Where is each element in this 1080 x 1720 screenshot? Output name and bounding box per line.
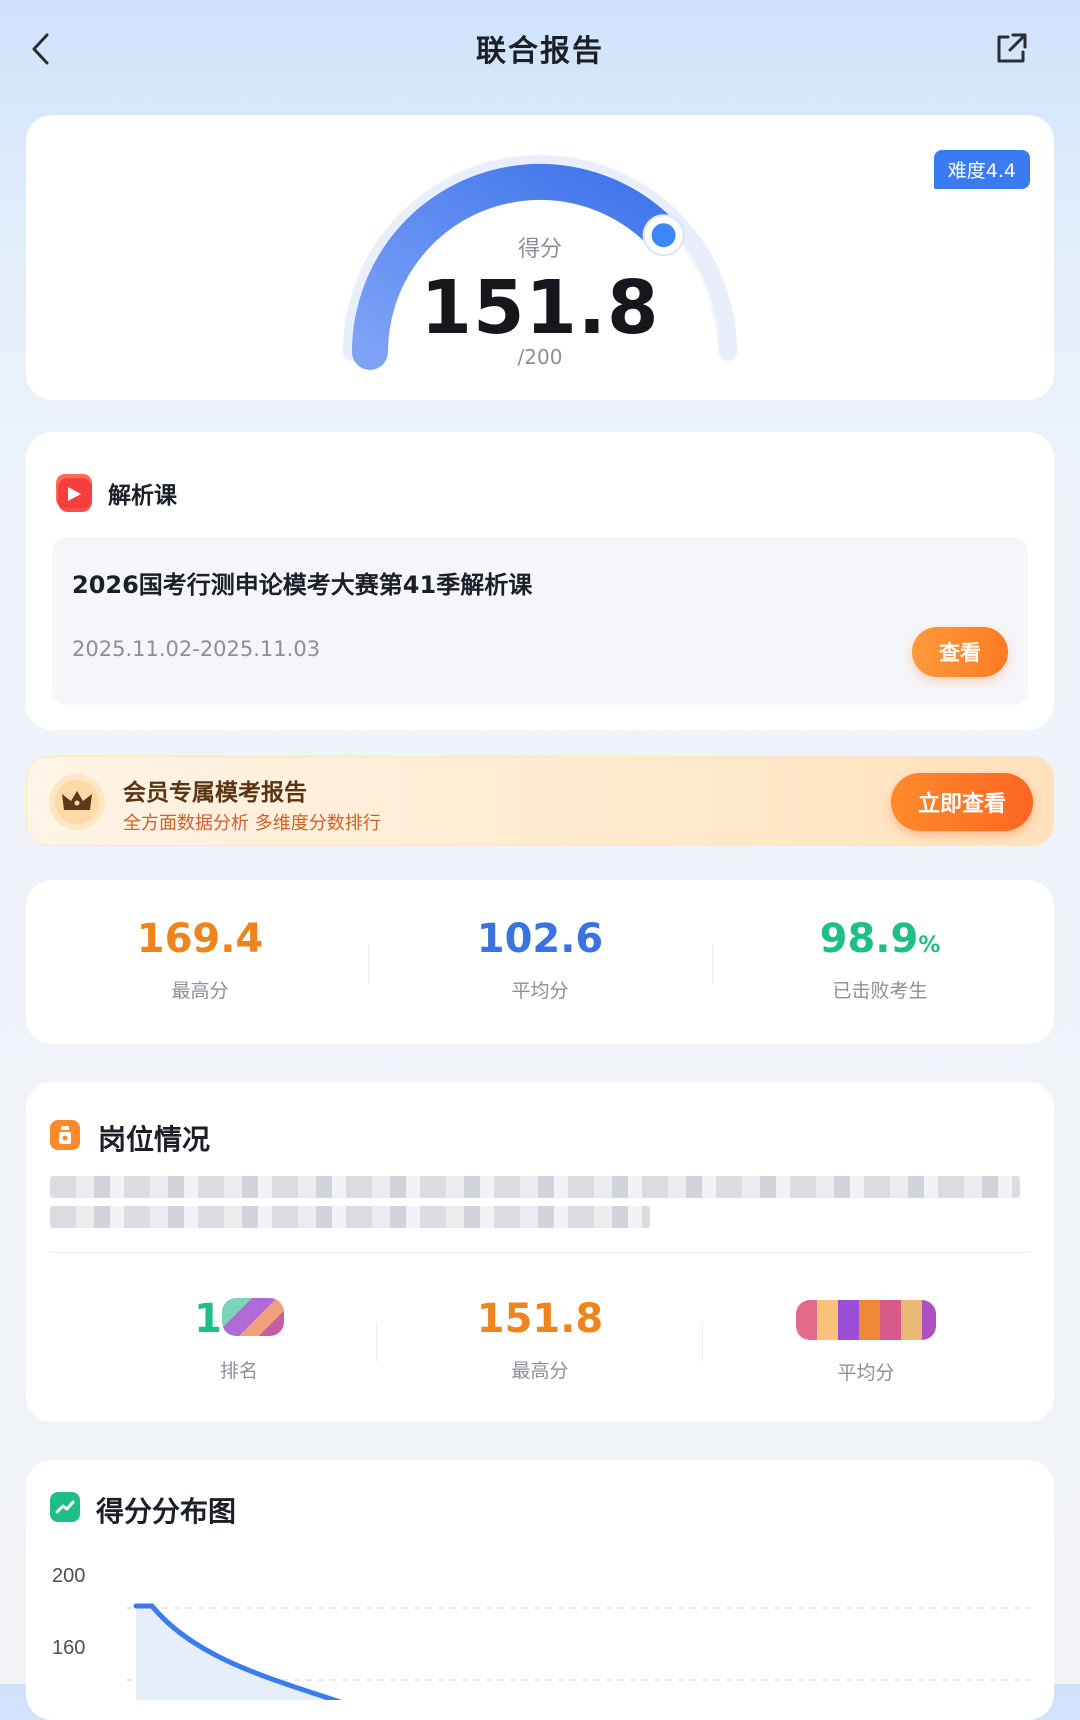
position-rank-label: 排名 — [219, 1360, 258, 1382]
course-card: 解析课 2026国考行测申论模考大赛第41季解析课 2025.11.02-202… — [26, 432, 1054, 730]
score-total: /200 — [517, 345, 563, 369]
position-max-value: 151.8 — [476, 1296, 604, 1342]
redacted-rank — [221, 1298, 284, 1336]
position-average: 平均分 — [706, 1296, 1026, 1385]
divider — [712, 944, 713, 984]
distribution-card: 得分分布图 200 160 — [26, 1460, 1054, 1720]
stat-max-label: 最高分 — [171, 980, 229, 1002]
position-rank-value: 1 — [74, 1296, 404, 1342]
vip-subtitle: 全方面数据分析 多维度分数排行 — [123, 813, 381, 834]
trend-chart-icon — [50, 1492, 80, 1522]
course-item[interactable]: 2026国考行测申论模考大赛第41季解析课 2025.11.02-2025.11… — [52, 537, 1028, 705]
score-label: 得分 — [517, 237, 562, 262]
score-value: 151.8 — [420, 265, 660, 351]
divider — [50, 1252, 1030, 1253]
distribution-chart: 200 160 — [52, 1565, 1030, 1700]
divider — [368, 944, 369, 984]
position-max: 151.8 最高分 — [380, 1296, 700, 1383]
share-button[interactable] — [986, 24, 1036, 74]
position-average-label: 平均分 — [837, 1362, 895, 1384]
stat-beaten-unit: % — [918, 933, 941, 958]
vip-title: 会员专属模考报告 — [123, 780, 307, 806]
stat-beaten-label: 已击败考生 — [832, 980, 928, 1002]
distribution-section-title: 得分分布图 — [96, 1495, 237, 1528]
stat-average-value: 102.6 — [476, 916, 604, 962]
y-tick-label: 200 — [52, 1565, 85, 1587]
position-rank: 1 排名 — [74, 1296, 404, 1383]
position-card: 岗位情况 1 排名 151.8 最高分 平均分 — [26, 1082, 1054, 1422]
share-external-icon — [997, 33, 1027, 63]
score-stats-card: 169.4 最高分 102.6 平均分 98.9% 已击败考生 — [26, 880, 1054, 1044]
redacted-average — [796, 1300, 936, 1340]
redacted-position-text — [50, 1176, 1020, 1198]
position-badge-icon — [50, 1120, 80, 1150]
redacted-position-text — [50, 1206, 650, 1228]
stat-beaten-value: 98.9% — [819, 916, 941, 962]
course-date-range: 2025.11.02-2025.11.03 — [72, 637, 321, 661]
divider — [376, 1322, 377, 1362]
position-average-value — [706, 1296, 1026, 1344]
score-card: 难度4.4 得分 151.8 /200 — [26, 115, 1054, 400]
vip-report-banner[interactable]: 会员专属模考报告 全方面数据分析 多维度分数排行 立即查看 — [26, 756, 1054, 846]
course-name: 2026国考行测申论模考大赛第41季解析课 — [72, 571, 533, 599]
stat-beaten: 98.9% 已击败考生 — [720, 916, 1040, 1003]
y-tick-label: 160 — [52, 1637, 85, 1659]
stat-average: 102.6 平均分 — [380, 916, 700, 1003]
stat-average-label: 平均分 — [511, 980, 569, 1002]
position-section-title: 岗位情况 — [98, 1123, 211, 1156]
position-max-label: 最高分 — [511, 1360, 569, 1382]
video-play-icon — [56, 474, 92, 512]
course-section-title: 解析课 — [108, 483, 177, 509]
stat-max-value: 169.4 — [136, 916, 264, 962]
vip-view-now-button[interactable]: 立即查看 — [891, 773, 1033, 831]
stat-max: 169.4 最高分 — [40, 916, 360, 1003]
divider — [702, 1322, 703, 1362]
page-title: 联合报告 — [476, 34, 604, 69]
crown-icon — [49, 774, 105, 830]
difficulty-badge: 难度4.4 — [933, 150, 1030, 189]
view-course-button[interactable]: 查看 — [912, 627, 1008, 677]
